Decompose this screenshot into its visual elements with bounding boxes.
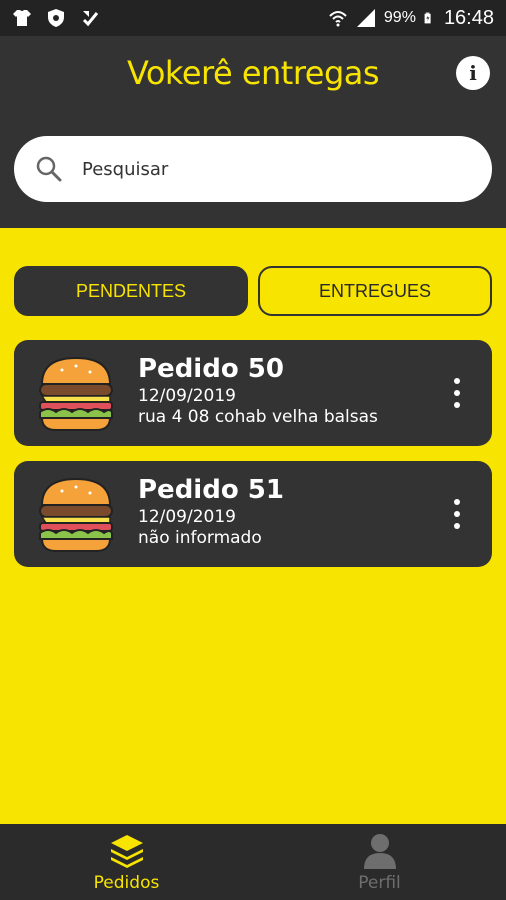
nav-perfil[interactable]: Perfil xyxy=(253,824,506,900)
search-bar[interactable] xyxy=(14,136,492,202)
order-title: Pedido 50 xyxy=(138,354,284,384)
status-tabs: PENDENTES ENTREGUES xyxy=(14,266,492,316)
bottom-nav: Pedidos Perfil xyxy=(0,824,506,900)
app-title: Vokerê entregas xyxy=(126,54,380,92)
status-bar: 99% 16:48 xyxy=(0,0,506,36)
order-address: não informado xyxy=(138,528,262,548)
tab-entregues[interactable]: ENTREGUES xyxy=(258,266,492,316)
order-date: 12/09/2019 xyxy=(138,507,236,527)
shirt-icon xyxy=(13,10,31,26)
battery-percent: 99% xyxy=(383,9,416,26)
clock: 16:48 xyxy=(443,6,494,29)
search-input[interactable] xyxy=(82,158,442,180)
order-address: rua 4 08 cohab velha balsas xyxy=(138,407,378,427)
burger-icon xyxy=(39,356,113,431)
layers-icon xyxy=(110,835,143,868)
battery-icon xyxy=(424,12,431,24)
wifi-icon xyxy=(329,11,347,27)
order-card[interactable]: Pedido 50 12/09/2019 rua 4 08 cohab velh… xyxy=(14,340,492,446)
signal-icon xyxy=(356,9,375,27)
info-icon[interactable]: i xyxy=(456,56,490,90)
nav-pedidos[interactable]: Pedidos xyxy=(0,824,253,900)
check-icon xyxy=(82,11,99,27)
app-bar: Vokerê entregas i xyxy=(0,36,506,228)
order-card[interactable]: Pedido 51 12/09/2019 não informado xyxy=(14,461,492,567)
search-icon xyxy=(36,156,62,182)
more-vert-icon[interactable] xyxy=(452,499,462,529)
person-icon xyxy=(363,834,396,869)
order-date: 12/09/2019 xyxy=(138,386,236,406)
shield-icon xyxy=(48,9,64,27)
burger-icon xyxy=(39,477,113,552)
tab-pendentes[interactable]: PENDENTES xyxy=(14,266,248,316)
order-title: Pedido 51 xyxy=(138,475,284,505)
nav-label: Pedidos xyxy=(93,873,160,893)
nav-label: Perfil xyxy=(358,873,401,893)
more-vert-icon[interactable] xyxy=(452,378,462,408)
